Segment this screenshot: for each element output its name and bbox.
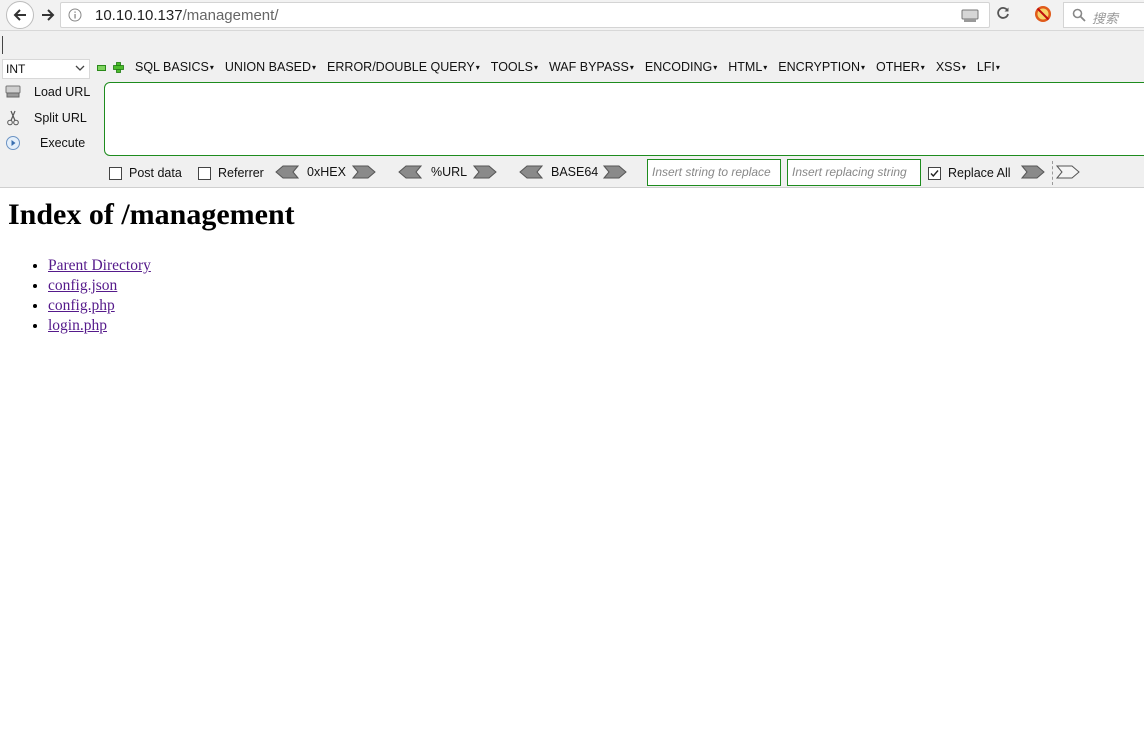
base64-encode-arrow-icon[interactable] [603, 165, 627, 179]
menu-tools[interactable]: TOOLS [491, 60, 538, 74]
hackbar-menu: SQL BASICS UNION BASED ERROR/DOUBLE QUER… [135, 60, 1011, 74]
scissors-icon [4, 110, 22, 126]
base64-decode-arrow-icon[interactable] [519, 165, 543, 179]
noscript-icon[interactable] [1034, 5, 1052, 23]
login-php-link[interactable]: login.php [48, 317, 107, 334]
minus-icon[interactable] [97, 65, 106, 71]
menu-error-double-query[interactable]: ERROR/DOUBLE QUERY [327, 60, 480, 74]
replace-reverse-arrow-icon[interactable] [1056, 165, 1080, 179]
menu-sql-basics[interactable]: SQL BASICS [135, 60, 214, 74]
menu-union-based[interactable]: UNION BASED [225, 60, 316, 74]
replace-to-input[interactable]: Insert replacing string [787, 159, 921, 186]
referrer-checkbox[interactable]: Referrer [198, 166, 264, 180]
hex-decode-arrow-icon[interactable] [275, 165, 299, 179]
menu-xss[interactable]: XSS [936, 60, 966, 74]
menu-encryption[interactable]: ENCRYPTION [778, 60, 865, 74]
split-url-button[interactable]: Split URL [4, 107, 87, 129]
play-icon [4, 135, 22, 151]
replace-from-placeholder: Insert string to replace [652, 165, 771, 179]
list-item: login.php [48, 316, 151, 336]
checkbox-box[interactable] [198, 166, 211, 180]
menu-lfi[interactable]: LFI [977, 60, 1000, 74]
list-item: config.php [48, 296, 151, 316]
menu-encoding[interactable]: ENCODING [645, 60, 717, 74]
url-bar[interactable]: 10.10.10.137/management/ [60, 2, 990, 28]
hackbar-panel: INT SQL BASICS UNION BASED ERROR/DOUBLE … [0, 31, 1144, 188]
execute-label: Execute [40, 136, 86, 150]
url-encode-label: %URL [431, 165, 468, 179]
hex-label: 0xHEX [307, 165, 346, 179]
reader-view-icon[interactable] [961, 8, 979, 24]
type-select-value: INT [6, 62, 26, 76]
parent-directory-link[interactable]: Parent Directory [48, 257, 151, 274]
plus-icon[interactable] [113, 62, 124, 73]
url-decode-arrow-icon[interactable] [398, 165, 422, 179]
load-url-icon [4, 84, 22, 100]
execute-button[interactable]: Execute [4, 132, 85, 154]
config-json-link[interactable]: config.json [48, 277, 117, 294]
checkbox-box[interactable] [109, 166, 122, 180]
replace-to-placeholder: Insert replacing string [792, 165, 907, 179]
browser-navbar: 10.10.10.137/management/ 搜索 [0, 0, 1144, 31]
replace-arrow-icon[interactable] [1021, 165, 1045, 179]
divider [1052, 161, 1053, 185]
post-data-checkbox[interactable]: Post data [109, 166, 182, 180]
url-textarea[interactable] [104, 82, 1144, 156]
url-host: 10.10.10.137 [95, 7, 183, 24]
hex-encode-arrow-icon[interactable] [352, 165, 376, 179]
page-title: Index of /management [8, 198, 295, 231]
back-arrow-icon [13, 9, 26, 21]
load-url-label: Load URL [34, 85, 91, 99]
chevron-down-icon [75, 65, 85, 71]
search-bar[interactable]: 搜索 [1063, 2, 1144, 28]
text-caret [2, 36, 3, 54]
url-path: /management/ [182, 7, 279, 24]
post-data-label: Post data [129, 166, 182, 180]
url-text[interactable]: 10.10.10.137/management/ [95, 7, 278, 24]
info-icon[interactable] [68, 8, 82, 22]
search-icon [1072, 8, 1086, 22]
search-placeholder: 搜索 [1092, 11, 1119, 26]
list-item: Parent Directory [48, 256, 151, 276]
base64-label: BASE64 [551, 165, 599, 179]
replace-all-label: Replace All [948, 166, 1011, 180]
config-php-link[interactable]: config.php [48, 297, 115, 314]
checkbox-box-checked[interactable] [928, 166, 941, 180]
menu-other[interactable]: OTHER [876, 60, 925, 74]
forward-arrow-icon [42, 9, 55, 21]
load-url-button[interactable]: Load URL [4, 81, 90, 103]
menu-waf-bypass[interactable]: WAF BYPASS [549, 60, 634, 74]
checkmark-icon [930, 169, 939, 177]
referrer-label: Referrer [218, 166, 264, 180]
menu-html[interactable]: HTML [728, 60, 767, 74]
split-url-label: Split URL [34, 111, 87, 125]
replace-all-checkbox[interactable]: Replace All [928, 166, 1011, 180]
type-select[interactable]: INT [2, 59, 90, 79]
forward-button[interactable] [36, 3, 60, 27]
url-encode-arrow-icon[interactable] [473, 165, 497, 179]
list-item: config.json [48, 276, 151, 296]
reload-icon[interactable] [996, 6, 1010, 20]
replace-from-input[interactable]: Insert string to replace [647, 159, 781, 186]
directory-listing: Parent Directory config.json config.php … [8, 256, 151, 336]
back-button[interactable] [6, 1, 34, 29]
